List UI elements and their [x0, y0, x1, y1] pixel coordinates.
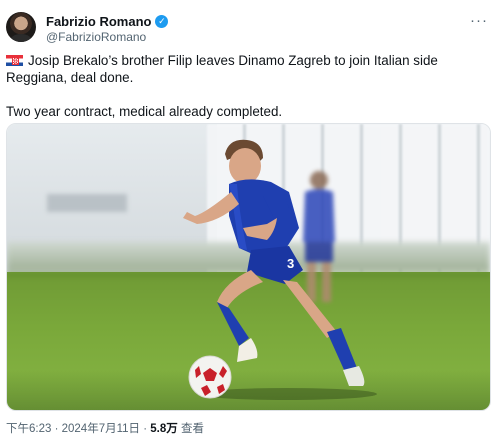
tweet-date[interactable]: 2024年7月11日	[62, 423, 140, 435]
tweet-time[interactable]: 下午6:23	[6, 423, 51, 435]
views-count: 5.8万	[150, 423, 178, 435]
tweet-paragraph-2: Two year contract, medical already compl…	[6, 104, 283, 119]
avatar-shirt	[10, 34, 32, 42]
tweet-meta: 下午6:23 · 2024年7月11日 · 5.8万 查看	[6, 420, 204, 436]
football	[188, 355, 232, 399]
tweet-photo[interactable]: 3	[6, 123, 491, 411]
meta-separator: ·	[140, 423, 151, 435]
verified-badge-icon: ✓	[155, 15, 169, 28]
avatar[interactable]	[6, 12, 36, 42]
views-label: 查看	[177, 423, 204, 435]
shirt-number: 3	[287, 256, 294, 271]
author-name[interactable]: Fabrizio Romano	[46, 14, 151, 29]
tweet-paragraph-1-text: Josip Brekalo’s brother Filip leaves Din…	[6, 53, 438, 85]
author-row: Fabrizio Romano ✓	[46, 14, 169, 29]
more-options-icon[interactable]: ···	[470, 12, 488, 29]
tweet-paragraph-1: Josip Brekalo’s brother Filip leaves Din…	[6, 52, 492, 86]
meta-separator: ·	[51, 423, 62, 435]
author-handle[interactable]: @FabrizioRomano	[46, 30, 146, 44]
photo-building-window	[47, 194, 127, 212]
croatia-flag-icon	[6, 55, 23, 66]
